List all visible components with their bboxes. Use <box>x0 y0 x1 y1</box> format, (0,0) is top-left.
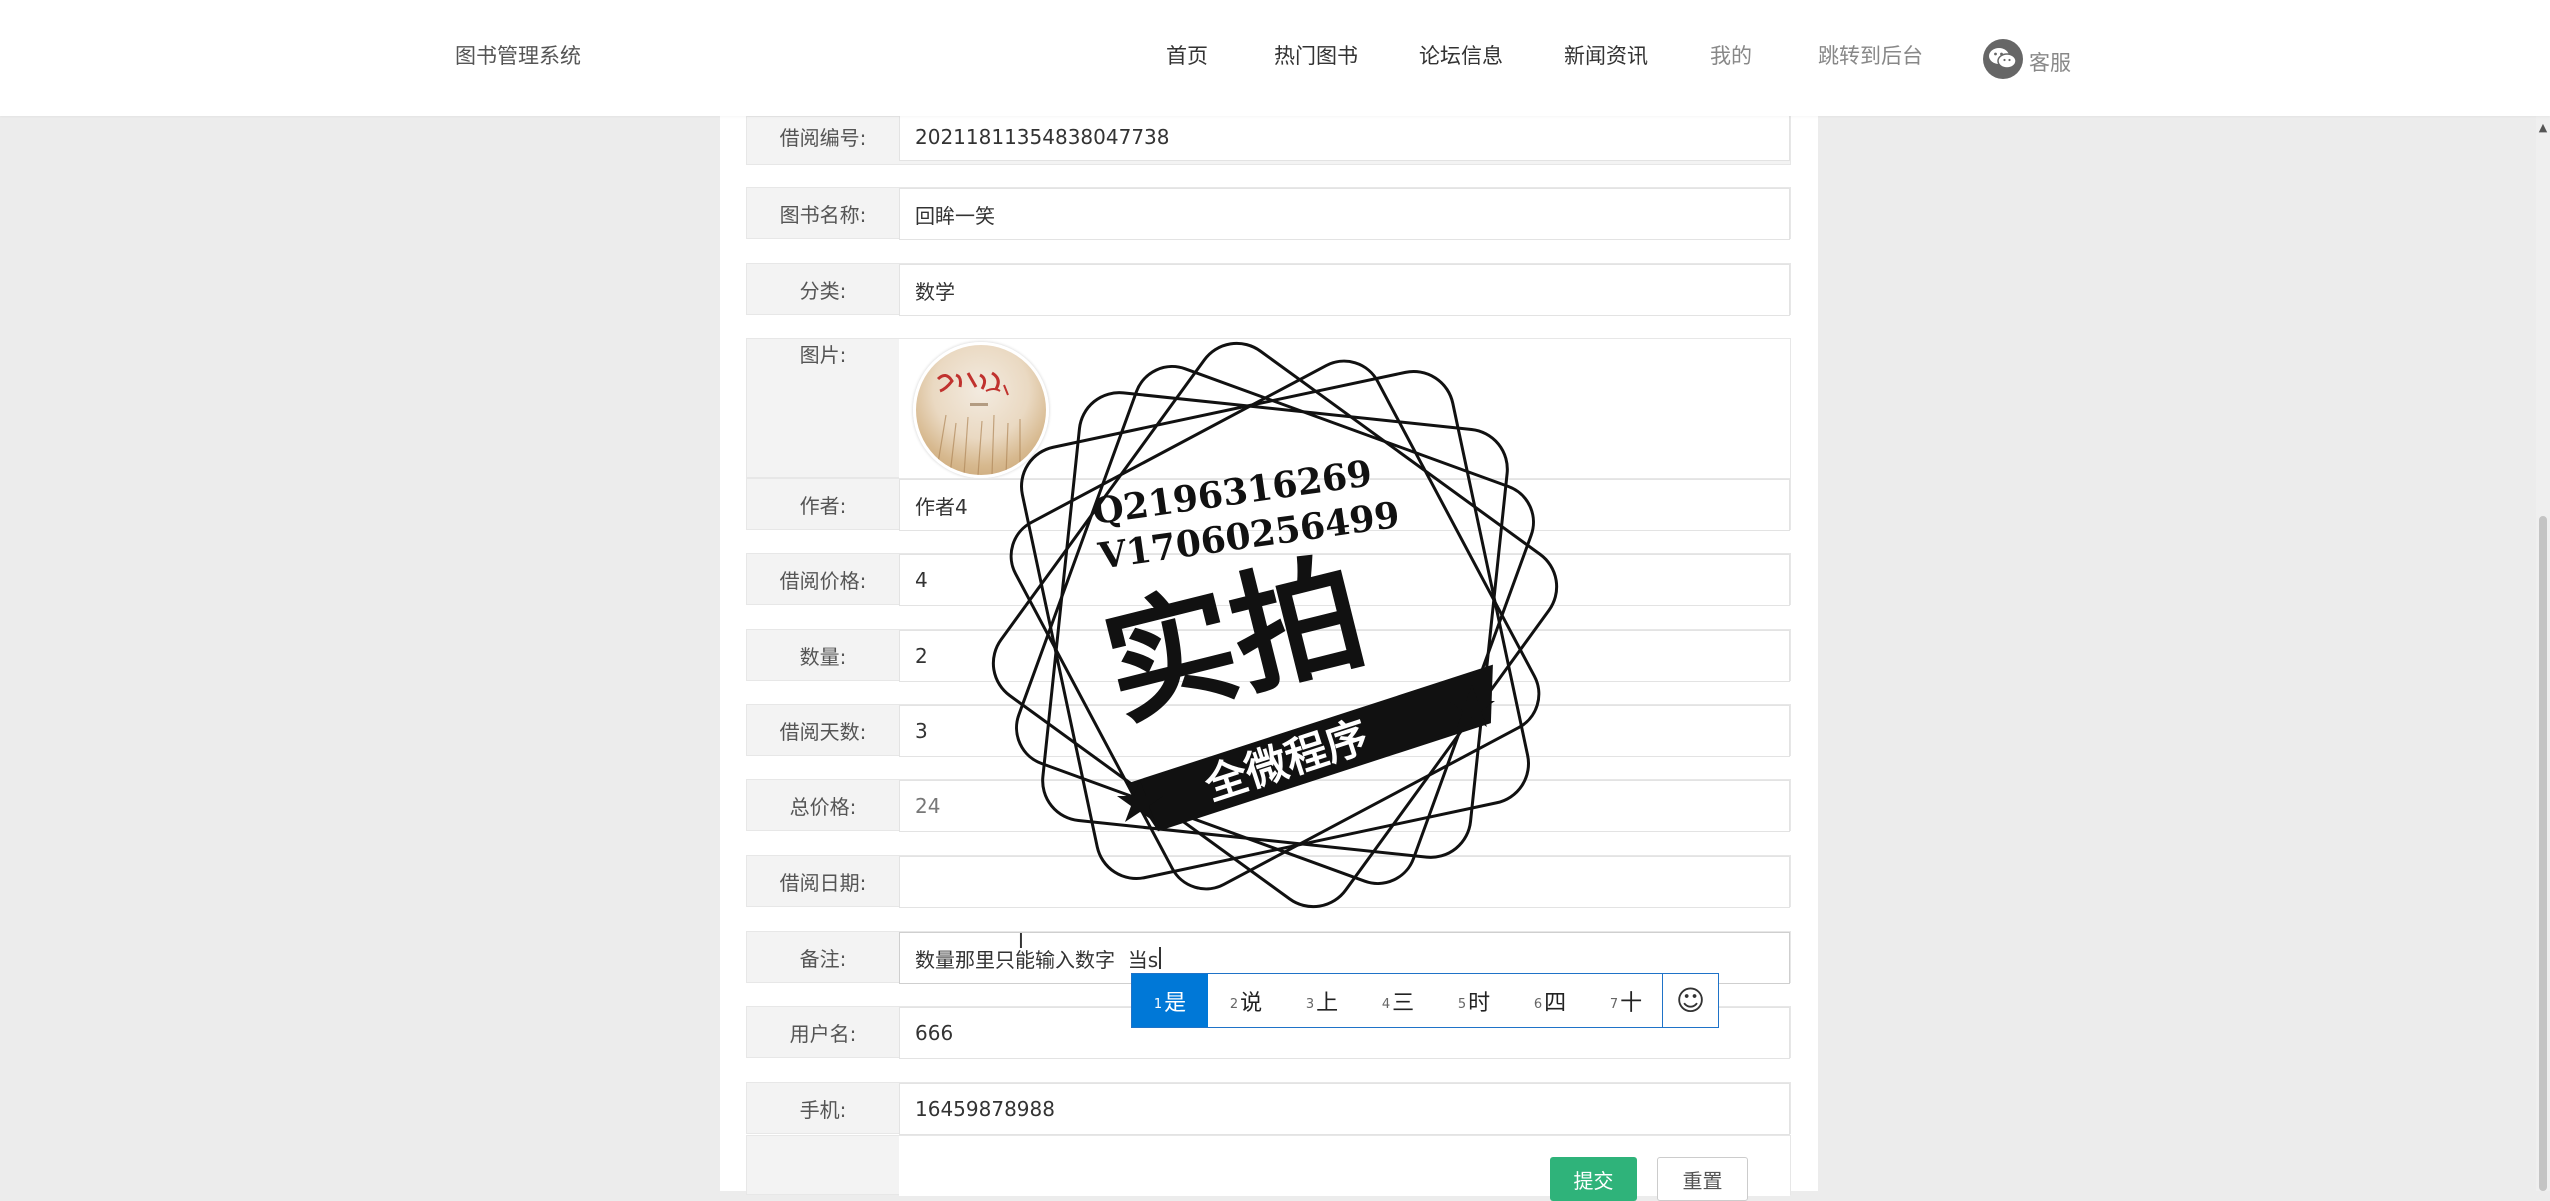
nav-hot-books[interactable]: 热门图书 <box>1274 40 1358 70</box>
row-phone: 手机: 16459878988 <box>746 1082 1791 1135</box>
candidate-number: 2 <box>1229 997 1239 1012</box>
quantity-label: 数量: <box>799 644 847 669</box>
total-price-input[interactable]: 24 <box>899 780 1790 832</box>
text-caret <box>1159 947 1162 969</box>
remark-label: 备注: <box>799 946 847 971</box>
quantity-input[interactable]: 2 <box>899 630 1790 682</box>
nav-news[interactable]: 新闻资讯 <box>1564 40 1648 70</box>
total-price-label: 总价格: <box>789 794 857 819</box>
ime-candidate-6[interactable]: 6 四 <box>1512 974 1588 1027</box>
top-header: 图书管理系统 首页 热门图书 论坛信息 新闻资讯 我的 跳转到后台 客服 <box>0 0 2550 116</box>
row-book-name: 图书名称: 回眸一笑 <box>746 187 1791 240</box>
image-field <box>899 339 1790 479</box>
image-label: 图片: <box>799 343 847 367</box>
phone-input[interactable]: 16459878988 <box>899 1083 1790 1135</box>
category-input[interactable]: 数学 <box>899 264 1790 316</box>
candidate-number: 3 <box>1305 997 1315 1012</box>
borrow-days-label: 借阅天数: <box>779 719 867 744</box>
author-input[interactable]: 作者4 <box>899 479 1790 531</box>
row-category: 分类: 数学 <box>746 263 1791 316</box>
candidate-text: 四 <box>1544 990 1567 1016</box>
borrow-date-label: 借阅日期: <box>779 870 867 895</box>
ime-candidate-2[interactable]: 2 说 <box>1208 974 1284 1027</box>
nav-forum[interactable]: 论坛信息 <box>1419 40 1503 70</box>
ime-candidate-1[interactable]: 1 是 <box>1132 974 1208 1027</box>
book-name-input[interactable]: 回眸一笑 <box>899 188 1790 240</box>
category-label: 分类: <box>799 278 847 303</box>
candidate-number: 7 <box>1609 997 1619 1012</box>
candidate-text: 上 <box>1316 990 1339 1016</box>
ime-candidate-4[interactable]: 4 三 <box>1360 974 1436 1027</box>
row-borrow-days: 借阅天数: 3 <box>746 704 1791 757</box>
reset-button[interactable]: 重置 <box>1657 1157 1748 1201</box>
nav-mine[interactable]: 我的 <box>1710 40 1752 70</box>
phone-label: 手机: <box>799 1097 847 1122</box>
site-brand[interactable]: 图书管理系统 <box>455 40 581 70</box>
customer-service-button[interactable]: 客服 <box>1983 35 2071 79</box>
candidate-number: 5 <box>1457 997 1467 1012</box>
customer-service-label: 客服 <box>2029 51 2071 75</box>
scroll-thumb[interactable] <box>2539 516 2547 1191</box>
scroll-up-arrow-icon[interactable]: ▲ <box>2536 122 2550 134</box>
ime-candidate-bar: 1 是 2 说 3 上 4 三 5 时 6 四 7 十 ☺ <box>1131 973 1719 1028</box>
book-cover-image[interactable] <box>913 342 1049 478</box>
candidate-number: 4 <box>1381 997 1391 1012</box>
remark-text: 数量那里只能输入数字 当s <box>915 947 1159 972</box>
ibeam-cursor-icon: I <box>1018 929 1024 953</box>
row-author: 作者: 作者4 <box>746 478 1791 531</box>
candidate-text: 十 <box>1620 990 1643 1016</box>
borrow-days-input[interactable]: 3 <box>899 705 1790 757</box>
nav-home[interactable]: 首页 <box>1166 40 1208 70</box>
row-total-price: 总价格: 24 <box>746 779 1791 832</box>
ime-candidate-7[interactable]: 7 十 <box>1588 974 1664 1027</box>
wechat-icon <box>1983 39 2023 79</box>
ime-candidate-5[interactable]: 5 时 <box>1436 974 1512 1027</box>
username-label: 用户名: <box>789 1021 857 1046</box>
candidate-text: 三 <box>1392 990 1415 1016</box>
borrow-no-input[interactable]: 20211811354838047738 <box>899 113 1790 161</box>
candidate-text: 说 <box>1240 990 1263 1016</box>
ime-candidate-3[interactable]: 3 上 <box>1284 974 1360 1027</box>
borrow-date-input[interactable] <box>899 856 1790 908</box>
nav-admin[interactable]: 跳转到后台 <box>1818 40 1923 70</box>
candidate-text: 是 <box>1164 990 1187 1016</box>
page-scrollbar[interactable]: ▲ <box>2536 116 2550 1191</box>
borrow-price-label: 借阅价格: <box>779 568 867 593</box>
candidate-text: 时 <box>1468 990 1491 1016</box>
borrow-no-label: 借阅编号: <box>779 125 867 150</box>
submit-button[interactable]: 提交 <box>1550 1157 1637 1201</box>
author-label: 作者: <box>799 493 847 518</box>
book-name-label: 图书名称: <box>779 202 867 227</box>
emoji-icon[interactable]: ☺ <box>1662 974 1718 1027</box>
row-borrow-no: 借阅编号: 20211811354838047738 <box>746 113 1791 165</box>
candidate-number: 1 <box>1153 997 1163 1012</box>
row-borrow-date: 借阅日期: <box>746 855 1791 908</box>
row-image: 图片: <box>746 338 1791 479</box>
row-quantity: 数量: 2 <box>746 629 1791 682</box>
row-borrow-price: 借阅价格: 4 <box>746 553 1791 606</box>
borrow-price-input[interactable]: 4 <box>899 554 1790 606</box>
candidate-number: 6 <box>1533 997 1543 1012</box>
